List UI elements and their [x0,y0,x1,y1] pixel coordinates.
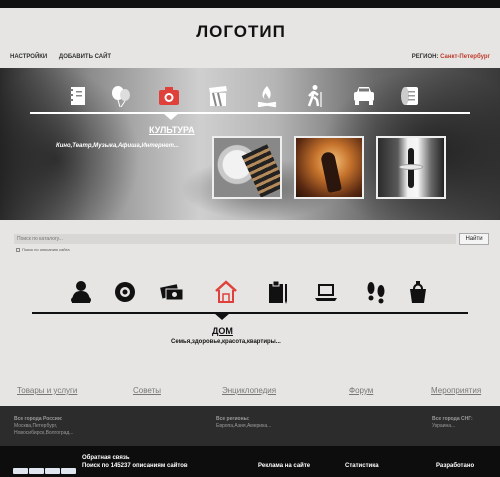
culture-category-icons [52,84,442,108]
thumbnail-ballerina[interactable] [376,136,446,199]
culture-subtitle: Кино,Театр,Музыка,Афиша,Интернет... [56,143,179,149]
payment-logos [13,461,77,474]
cis-cities-title[interactable]: Все города СНГ: [432,416,473,423]
hiker-icon[interactable] [303,84,327,108]
search-count-text: Поиск по 145237 описаниям сайтов [82,463,188,469]
camera-icon[interactable] [157,84,181,108]
shopping-bag-icon[interactable] [405,279,431,305]
culture-divider [30,112,470,114]
home-divider [32,312,468,314]
laptop-icon[interactable] [313,279,339,305]
region-selector: РЕГИОН: Санкт-Петербург [412,54,490,60]
car-icon[interactable] [352,84,376,108]
header-nav: НАСТРОЙКИ ДОБАВИТЬ САЙТ [10,54,121,60]
russia-cities-column: Все города России: Москва,Петербург, Нов… [14,416,73,437]
culture-pointer [163,113,179,120]
money-icon[interactable] [159,279,185,305]
bottom-navigation: Товары и услуги Советы Энциклопедия Фору… [0,386,500,400]
culture-title-link[interactable]: КУЛЬТУРА [149,125,195,135]
events-link[interactable]: Мероприятия [431,386,481,395]
cis-cities-list[interactable]: Украина... [432,423,473,430]
search-description-label: Поиск по описанию сайта [22,247,70,252]
footer-bottom: Обратная связь Поиск по 145237 описаниям… [0,446,500,477]
footer-regions: Все города России: Москва,Петербург, Нов… [0,406,500,446]
russia-cities-list-1[interactable]: Москва,Петербург, [14,423,73,430]
home-pointer [214,313,230,320]
top-bar [0,0,500,8]
disc-icon[interactable] [112,279,138,305]
ads-link[interactable]: Реклама на сайте [258,462,310,470]
home-subtitle: Семья,здоровье,красота,квартиры... [171,339,281,345]
footprints-icon[interactable] [363,279,389,305]
tips-link[interactable]: Советы [133,386,161,395]
cis-cities-column: Все города СНГ: Украина... [432,416,473,430]
search-description-option: Поиск по описанию сайта [16,247,70,252]
search-button[interactable]: Найти [459,233,489,245]
payment-logo-2 [29,468,44,474]
region-label: РЕГИОН: [411,54,439,60]
regions-column: Все регионы: Европа,Азия,Америка... [216,416,271,430]
search-area: Найти Поиск по описанию сайта [0,220,500,265]
clipboard-icon[interactable] [265,279,291,305]
payment-logo-1 [13,468,28,474]
search-description-checkbox[interactable] [16,247,20,252]
home-title-link[interactable]: ДОМ [212,326,233,336]
home-category-icons [60,279,440,307]
feedback-link[interactable]: Обратная связь [82,454,130,462]
regions-list[interactable]: Европа,Азия,Америка... [216,423,271,430]
scroll-icon[interactable] [398,84,422,108]
goods-services-link[interactable]: Товары и услуги [17,386,77,395]
balloons-icon[interactable] [109,84,133,108]
statistics-link[interactable]: Статистика [345,462,379,470]
forum-link[interactable]: Форум [349,386,373,395]
catalog-search-input[interactable] [14,234,456,244]
payment-logo-4 [61,468,76,474]
regions-title[interactable]: Все регионы: [216,416,271,423]
notebook-icon[interactable] [66,84,90,108]
developed-by-link[interactable]: Разработано [436,462,474,470]
cinema-clapper-icon[interactable] [206,84,230,108]
encyclopedia-link[interactable]: Энциклопедия [222,386,276,395]
house-icon[interactable] [213,279,239,305]
thumbnail-dancer-red[interactable] [294,136,364,199]
add-site-link[interactable]: ДОБАВИТЬ САЙТ [59,54,111,60]
russia-cities-list-2[interactable]: Новосибирск,Волгоград... [14,430,73,437]
baby-icon[interactable] [68,279,94,305]
region-value-link[interactable]: Санкт-Петербург [440,54,490,60]
site-logo[interactable]: ЛОГОТИП [0,22,482,42]
campfire-icon[interactable] [255,84,279,108]
payment-logo-3 [45,468,60,474]
russia-cities-title[interactable]: Все города России: [14,416,73,423]
thumbnail-film-reel[interactable] [212,136,282,199]
settings-link[interactable]: НАСТРОЙКИ [10,54,47,60]
